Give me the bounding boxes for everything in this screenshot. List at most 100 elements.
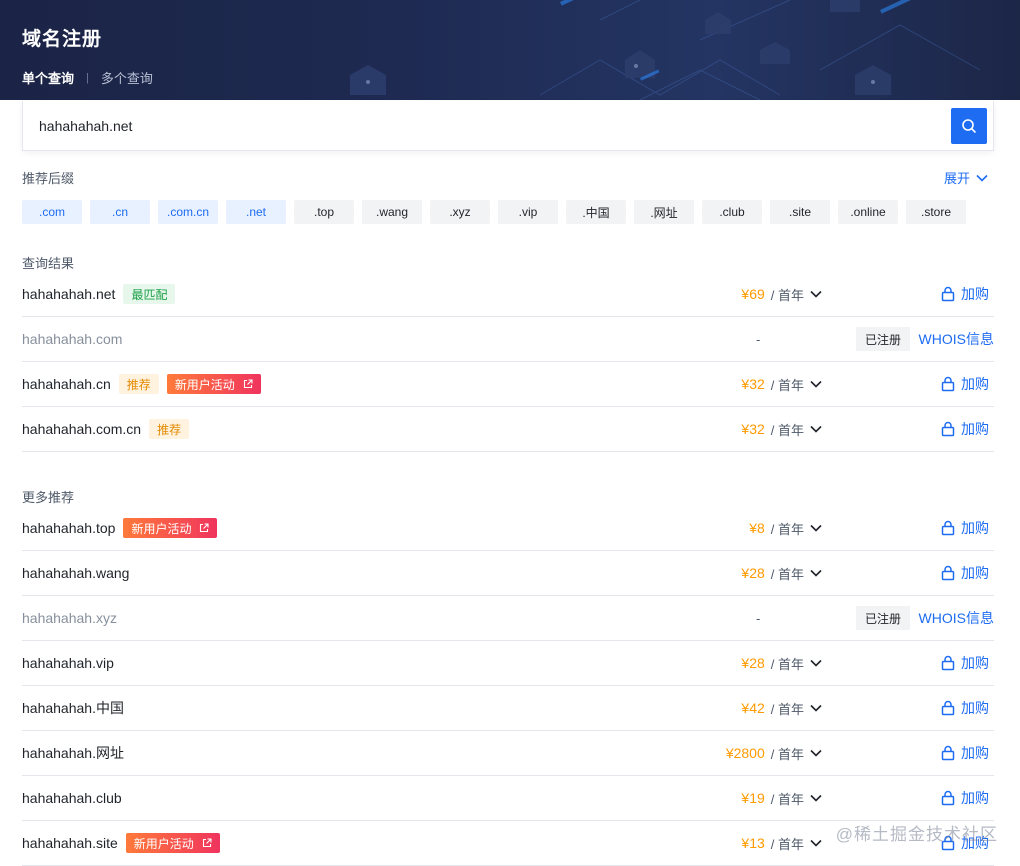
price-selector[interactable]: ¥32 / 首年 (741, 375, 822, 394)
whois-link[interactable]: WHOIS信息 (919, 329, 994, 349)
add-to-cart-button[interactable]: 加购 (941, 653, 989, 673)
query-tabs: 单个查询 | 多个查询 (22, 68, 153, 87)
suffix-chip[interactable]: .网址 (634, 200, 694, 224)
price-selector[interactable]: ¥42 / 首年 (741, 699, 822, 718)
recommend-badge: 推荐 (118, 374, 159, 394)
price-value: ¥32 (741, 376, 765, 392)
more-section-label: 更多推荐 (22, 490, 75, 505)
expand-label: 展开 (943, 171, 970, 186)
suffix-chip[interactable]: .wang (362, 200, 422, 224)
add-to-cart-button[interactable]: 加购 (941, 743, 989, 763)
price-selector[interactable]: ¥2800 / 首年 (726, 744, 822, 763)
tag-label: 推荐 (157, 422, 182, 437)
domain-row: hahahahah.top 新用户活动 ¥8 / 首年 加购 (22, 506, 994, 551)
add-to-cart-button[interactable]: 加购 (941, 374, 989, 394)
price-selector[interactable]: ¥28 / 首年 (741, 654, 822, 673)
watermark: @稀土掘金技术社区 (835, 825, 998, 844)
tag-label: 新用户活动 (131, 521, 192, 536)
suffix-chip[interactable]: .vip (498, 200, 558, 224)
domain-row: hahahahah.net 最匹配 ¥69 / 首年 加购 (22, 272, 994, 317)
chevron-down-icon (810, 380, 822, 388)
domain-row: hahahahah.cn 推荐 新用户活动 ¥32 / 首年 加购 (22, 362, 994, 407)
add-to-cart-button[interactable]: 加购 (941, 698, 989, 718)
search-button[interactable] (951, 108, 987, 144)
best-match-badge: 最匹配 (123, 284, 176, 304)
add-to-cart-button[interactable]: 加购 (941, 284, 989, 304)
whois-link[interactable]: WHOIS信息 (919, 608, 994, 628)
add-to-cart-label: 加购 (961, 520, 989, 536)
suffix-chip[interactable]: .net (226, 200, 286, 224)
promo-badge[interactable]: 新用户活动 (166, 374, 261, 394)
domain-row: hahahahah.网址 ¥2800 / 首年 加购 (22, 731, 994, 776)
price-dash: - (756, 610, 761, 626)
domain-name: hahahahah.xyz (22, 610, 117, 626)
add-to-cart-label: 加购 (961, 565, 989, 581)
price-period: / 首年 (770, 791, 804, 807)
search-input[interactable] (39, 113, 939, 139)
price-value: ¥69 (741, 286, 765, 302)
add-to-cart-button[interactable]: 加购 (941, 563, 989, 583)
suffix-chip[interactable]: .club (702, 200, 762, 224)
domain-row: hahahahah.com - 已注册 WHOIS信息 (22, 317, 994, 362)
domain-row: hahahahah.wang ¥28 / 首年 加购 (22, 551, 994, 596)
add-to-cart-label: 加购 (961, 376, 989, 392)
tab-single-query[interactable]: 单个查询 (22, 68, 74, 87)
promo-badge[interactable]: 新用户活动 (123, 518, 218, 538)
price-value: ¥32 (741, 421, 765, 437)
price-period: / 首年 (770, 521, 804, 537)
lock-icon (941, 790, 955, 806)
price-selector[interactable]: ¥19 / 首年 (741, 789, 822, 808)
price-selector[interactable]: ¥8 / 首年 (749, 519, 822, 538)
price-value: ¥28 (741, 565, 765, 581)
price-value: ¥8 (749, 520, 765, 536)
page-title: 域名注册 (22, 29, 103, 50)
price-selector[interactable]: ¥28 / 首年 (741, 564, 822, 583)
search-icon (962, 119, 976, 133)
add-to-cart-button[interactable]: 加购 (941, 419, 989, 439)
price-period: / 首年 (770, 422, 804, 438)
chevron-down-icon (810, 704, 822, 712)
suffix-chip[interactable]: .site (770, 200, 830, 224)
price-period: / 首年 (770, 701, 804, 717)
tab-multi-query[interactable]: 多个查询 (101, 68, 153, 87)
domain-row: hahahahah.club ¥19 / 首年 加购 (22, 776, 994, 821)
price-value: ¥19 (741, 790, 765, 806)
suffix-chip[interactable]: .online (838, 200, 898, 224)
expand-button[interactable]: 展开 (944, 168, 988, 187)
chevron-down-icon (810, 524, 822, 532)
price-selector[interactable]: ¥69 / 首年 (741, 285, 822, 304)
chevron-down-icon (976, 174, 988, 182)
header-banner: 域名注册 单个查询 | 多个查询 (0, 0, 1020, 100)
add-to-cart-label: 加购 (961, 790, 989, 806)
city-illustration (350, 0, 981, 100)
suffix-chip[interactable]: .com.cn (158, 200, 218, 224)
chevron-down-icon (810, 569, 822, 577)
suffix-chip[interactable]: .com (22, 200, 82, 224)
add-to-cart-button[interactable]: 加购 (941, 518, 989, 538)
lock-icon (941, 700, 955, 716)
suffix-chip[interactable]: .top (294, 200, 354, 224)
add-to-cart-label: 加购 (961, 745, 989, 761)
tag-label: 新用户活动 (133, 836, 194, 851)
domain-name: hahahahah.com (22, 331, 123, 347)
price-selector[interactable]: ¥32 / 首年 (741, 420, 822, 439)
price-selector[interactable]: ¥13 / 首年 (741, 834, 822, 853)
suffix-list: .com .cn .com.cn .net .top .wang .xyz .v… (22, 200, 966, 224)
price-period: / 首年 (770, 566, 804, 582)
recommend-badge: 推荐 (149, 419, 190, 439)
domain-name: hahahahah.net (22, 286, 116, 302)
suffix-chip[interactable]: .中国 (566, 200, 626, 224)
suffix-chip[interactable]: .store (906, 200, 966, 224)
chevron-down-icon (810, 839, 822, 847)
add-to-cart-label: 加购 (961, 286, 989, 302)
add-to-cart-button[interactable]: 加购 (941, 788, 989, 808)
chevron-down-icon (810, 290, 822, 298)
registered-badge: 已注册 (855, 327, 910, 351)
promo-badge[interactable]: 新用户活动 (125, 833, 220, 853)
chevron-down-icon (810, 749, 822, 757)
tab-divider: | (86, 71, 89, 84)
domain-name: hahahahah.wang (22, 565, 130, 581)
suffix-chip[interactable]: .xyz (430, 200, 490, 224)
suffix-chip[interactable]: .cn (90, 200, 150, 224)
price-period: / 首年 (770, 836, 804, 852)
